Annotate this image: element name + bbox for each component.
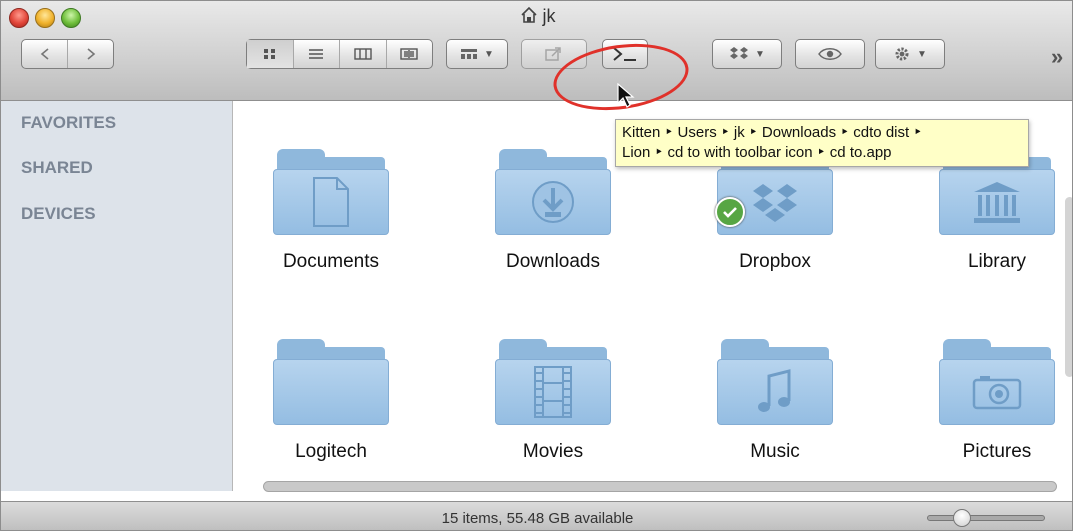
- file-item-label: Dropbox: [739, 251, 811, 272]
- file-item[interactable]: Pictures: [912, 331, 1072, 463]
- coverflow-view-button[interactable]: [385, 40, 433, 68]
- column-view-icon: [354, 48, 372, 60]
- column-view-button[interactable]: [339, 40, 386, 68]
- chevron-down-icon: ▼: [755, 48, 765, 60]
- share-icon: [545, 47, 561, 61]
- toolbar-overflow-button[interactable]: »: [1051, 44, 1063, 70]
- chevron-down-icon: ▼: [484, 48, 494, 60]
- eye-icon: [818, 48, 842, 60]
- icon-view-button[interactable]: [247, 40, 293, 68]
- music-folder-icon: [717, 331, 833, 427]
- view-mode-control: [246, 39, 433, 69]
- arrange-button[interactable]: ▼: [446, 39, 508, 69]
- back-arrow-icon: [40, 48, 49, 60]
- status-text: 15 items, 55.48 GB available: [441, 510, 634, 527]
- quick-look-button[interactable]: [795, 39, 865, 69]
- file-item[interactable]: Logitech: [246, 331, 416, 463]
- icon-view-icon: [263, 49, 275, 59]
- forward-arrow-icon: [86, 48, 95, 60]
- arrange-icon: [461, 49, 478, 59]
- movies-folder-icon: [495, 331, 611, 427]
- sync-complete-badge-icon: [715, 197, 745, 227]
- file-item[interactable]: Music: [690, 331, 860, 463]
- window-title-text: jk: [542, 6, 556, 26]
- path-tooltip: Kitten ‣ Users ‣ jk ‣ Downloads ‣ cdto d…: [615, 119, 1029, 167]
- gear-icon: [895, 47, 909, 61]
- status-bar: 15 items, 55.48 GB available: [1, 501, 1072, 530]
- sidebar-heading-shared[interactable]: SHARED: [21, 158, 93, 178]
- document-folder-icon: [273, 141, 389, 237]
- back-forward-control: [21, 39, 114, 69]
- file-item-label: Music: [750, 441, 800, 462]
- action-button[interactable]: ▼: [875, 39, 945, 69]
- file-item-label: Documents: [282, 251, 380, 272]
- file-item-label: Library: [967, 251, 1027, 272]
- dropbox-button[interactable]: ▼: [712, 39, 782, 69]
- horizontal-scrollbar[interactable]: [263, 481, 1057, 492]
- chevron-down-icon: ▼: [917, 48, 927, 60]
- sidebar: FAVORITES SHARED DEVICES: [1, 101, 233, 491]
- list-view-button[interactable]: [292, 40, 340, 68]
- back-button[interactable]: [22, 40, 67, 68]
- file-item-label: Logitech: [295, 441, 367, 462]
- tooltip-line-2: Lion ‣ cd to with toolbar icon ‣ cd to.a…: [622, 144, 892, 161]
- window-title: jk: [1, 6, 1072, 29]
- file-item-label: Downloads: [506, 251, 600, 272]
- sidebar-heading-favorites[interactable]: FAVORITES: [21, 113, 116, 133]
- icon-size-slider[interactable]: [927, 515, 1045, 521]
- file-item[interactable]: Downloads: [468, 141, 638, 273]
- sidebar-heading-devices[interactable]: DEVICES: [21, 204, 96, 224]
- downloads-folder-icon: [495, 141, 611, 237]
- icon-size-slider-knob[interactable]: [953, 509, 971, 527]
- file-item[interactable]: Movies: [468, 331, 638, 463]
- pictures-folder-icon: [939, 331, 1055, 427]
- file-item-label: Pictures: [962, 441, 1032, 462]
- list-view-icon: [309, 49, 324, 59]
- folder-icon: [273, 331, 389, 427]
- home-icon: [520, 6, 538, 29]
- file-item-label: Movies: [522, 441, 584, 462]
- dropbox-icon: [730, 47, 749, 59]
- forward-button[interactable]: [67, 40, 113, 68]
- file-item[interactable]: Documents: [246, 141, 416, 273]
- vertical-scrollbar[interactable]: [1065, 197, 1072, 377]
- tooltip-line-1: Kitten ‣ Users ‣ jk ‣ Downloads ‣ cdto d…: [622, 124, 923, 141]
- finder-window: jk ▼ ▼ ▼ » FAVORITES SHARED DEVICES Docu…: [0, 0, 1073, 531]
- toolbar: jk ▼ ▼ ▼ »: [1, 1, 1072, 101]
- coverflow-view-icon: [400, 48, 418, 60]
- mouse-pointer-icon: [617, 82, 635, 114]
